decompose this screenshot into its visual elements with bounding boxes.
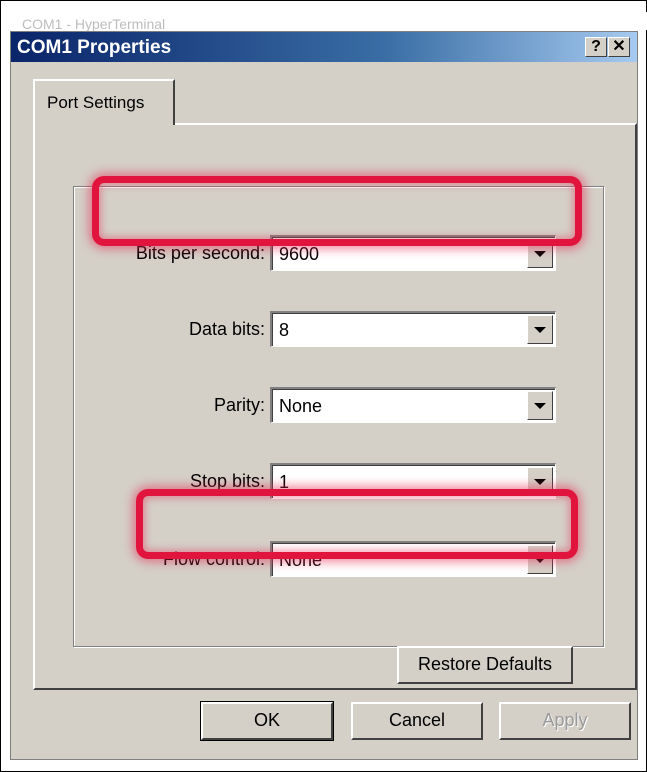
parity-select[interactable]: None: [270, 387, 556, 423]
cancel-button[interactable]: Cancel: [351, 702, 483, 740]
bits-per-second-dropdown-button[interactable]: [527, 239, 553, 268]
bits-per-second-row: Bits per second: 9600: [74, 235, 605, 271]
background-window-title: COM1 - HyperTerminal: [22, 16, 166, 32]
background-window-strip: COM1 - HyperTerminal: [10, 12, 647, 32]
settings-group: Bits per second: 9600 Data bits: 8 Parit…: [73, 186, 604, 647]
window-title: COM1 Properties: [17, 37, 172, 58]
tab-label: Port Settings: [47, 93, 145, 112]
data-bits-dropdown-button[interactable]: [527, 315, 553, 344]
title-bar[interactable]: COM1 Properties ? ✕: [11, 32, 637, 62]
stop-bits-dropdown-button[interactable]: [527, 467, 553, 496]
chevron-down-icon: [534, 478, 546, 485]
stop-bits-label: Stop bits:: [189, 471, 265, 491]
flow-control-select[interactable]: None: [270, 541, 556, 577]
chevron-down-icon: [534, 556, 546, 563]
help-button[interactable]: ?: [585, 37, 607, 57]
bits-per-second-value: 9600: [279, 244, 320, 264]
parity-value: None: [279, 396, 323, 416]
help-icon: ?: [591, 38, 601, 55]
parity-dropdown-button[interactable]: [527, 391, 553, 420]
bits-per-second-label: Bits per second:: [135, 243, 265, 263]
restore-defaults-button[interactable]: Restore Defaults: [397, 646, 573, 684]
data-bits-value: 8: [279, 320, 290, 340]
com1-properties-dialog: COM1 Properties ? ✕ Port Settings Bits p…: [10, 31, 638, 760]
stop-bits-value: 1: [279, 472, 290, 492]
parity-row: Parity: None: [74, 387, 605, 423]
flow-control-dropdown-button[interactable]: [527, 545, 553, 574]
parity-label: Parity:: [213, 395, 265, 415]
data-bits-row: Data bits: 8: [74, 311, 605, 347]
apply-button[interactable]: Apply: [499, 702, 631, 740]
data-bits-label: Data bits:: [188, 319, 265, 339]
chevron-down-icon: [534, 326, 546, 333]
chevron-down-icon: [534, 402, 546, 409]
flow-control-row: Flow control: None: [74, 541, 605, 577]
bits-per-second-select[interactable]: 9600: [270, 235, 556, 271]
close-icon: ✕: [612, 38, 626, 55]
flow-control-label: Flow control:: [162, 549, 265, 569]
flow-control-value: None: [279, 550, 323, 570]
ok-button[interactable]: OK: [200, 701, 334, 741]
chevron-down-icon: [534, 250, 546, 257]
tab-port-settings[interactable]: Port Settings: [33, 79, 175, 125]
data-bits-select[interactable]: 8: [270, 311, 556, 347]
close-button[interactable]: ✕: [608, 37, 630, 57]
port-settings-panel: Bits per second: 9600 Data bits: 8 Parit…: [33, 123, 637, 690]
stop-bits-select[interactable]: 1: [270, 463, 556, 499]
stop-bits-row: Stop bits: 1: [74, 463, 605, 499]
